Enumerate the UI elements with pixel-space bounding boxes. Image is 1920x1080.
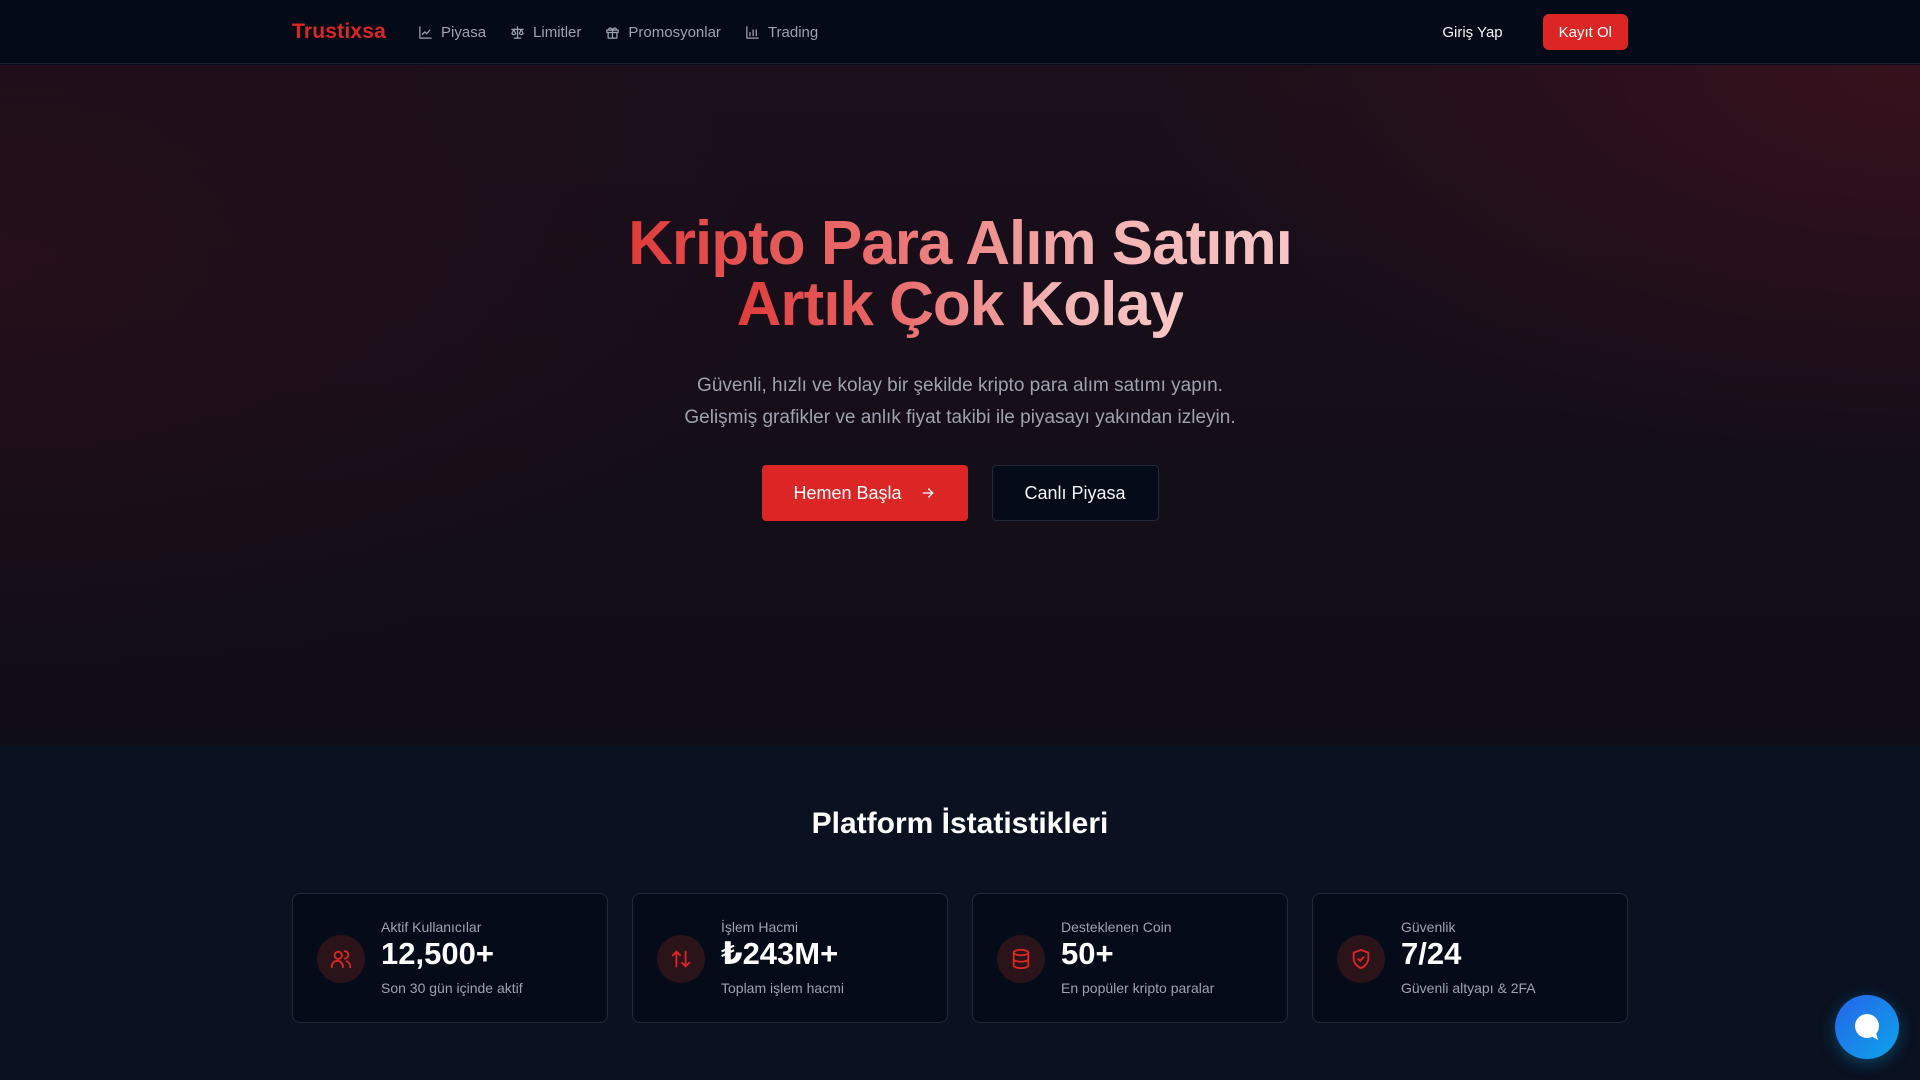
nav-link-label: Limitler: [533, 23, 582, 41]
scale-icon: [511, 25, 524, 39]
stat-description: Son 30 gün içinde aktif: [381, 980, 523, 996]
navbar-inner: Trustixsa Piyasa Limitler Promosyonlar T…: [292, 0, 1628, 64]
stats-section: Platform İstatistikleri Aktif Kullanıcıl…: [0, 745, 1920, 1080]
stats-title: Platform İstatistikleri: [811, 807, 1109, 840]
stat-card-supported-coins: Desteklenen Coin 50+ En popüler kripto p…: [972, 893, 1288, 1023]
navbar: Trustixsa Piyasa Limitler Promosyonlar T…: [0, 0, 1920, 64]
hero-section: Kripto Para Alım Satımı Artık Çok Kolay …: [0, 65, 1920, 745]
stat-card-security: Güvenlik 7/24 Güvenli altyapı & 2FA: [1312, 893, 1628, 1023]
nav-links: Piyasa Limitler Promosyonlar Trading: [418, 24, 818, 41]
nav-link-label: Trading: [767, 23, 819, 41]
arrows-up-down-icon: [671, 950, 691, 968]
stat-icon-wrapper: [657, 935, 705, 983]
hero-subtitle-line-2: Gelişmiş grafikler ve anlık fiyat takibi…: [684, 407, 1236, 428]
stat-icon-wrapper: [1337, 935, 1385, 983]
stat-value: 7/24: [1401, 936, 1462, 971]
hero-title: Kripto Para Alım Satımı Artık Çok Kolay: [0, 213, 1920, 336]
nav-link-promosyonlar[interactable]: Promosyonlar: [605, 24, 721, 41]
chat-widget-button[interactable]: [1835, 995, 1899, 1059]
hero-subtitle-line-1: Güvenli, hızlı ve kolay bir şekilde krip…: [697, 375, 1223, 396]
shield-check-icon: [1352, 948, 1370, 970]
hero-buttons: Hemen Başla Canlı Piyasa: [0, 465, 1920, 521]
stat-label: İşlem Hacmi: [721, 919, 799, 935]
arrow-right-icon: [922, 488, 933, 498]
gift-icon: [606, 26, 620, 39]
live-market-button[interactable]: Canlı Piyasa: [991, 465, 1159, 521]
users-icon: [330, 950, 352, 969]
hero-subtitle: Güvenli, hızlı ve kolay bir şekilde krip…: [0, 370, 1920, 434]
stat-card-active-users: Aktif Kullanıcılar 12,500+ Son 30 gün iç…: [292, 893, 608, 1023]
bar-chart-icon: [746, 25, 759, 39]
stat-card-trade-volume: İşlem Hacmi ₺243M+ Toplam işlem hacmi: [632, 893, 948, 1023]
stat-icon-wrapper: [317, 935, 365, 983]
stat-description: Toplam işlem hacmi: [721, 980, 844, 996]
stat-label: Aktif Kullanıcılar: [381, 919, 482, 935]
chat-bubble-icon: [1855, 1014, 1879, 1040]
stat-value: 50+: [1061, 936, 1114, 971]
stat-value: 12,500+: [381, 936, 494, 971]
nav-link-trading[interactable]: Trading: [745, 24, 818, 41]
hero-title-line-2: Artık Çok Kolay: [736, 270, 1185, 339]
nav-actions: Giriş Yap Kayıt Ol: [1424, 14, 1628, 51]
hero-title-line-1: Kripto Para Alım Satımı: [628, 209, 1293, 278]
get-started-label: Hemen Başla: [793, 482, 902, 503]
stat-label: Güvenlik: [1401, 919, 1456, 935]
database-icon: [1012, 948, 1030, 970]
stat-description: En popüler kripto paralar: [1061, 980, 1215, 996]
register-button[interactable]: Kayıt Ol: [1542, 14, 1628, 50]
get-started-button[interactable]: Hemen Başla: [761, 465, 968, 521]
nav-link-label: Promosyonlar: [628, 23, 721, 41]
brand-logo[interactable]: Trustixsa: [292, 20, 386, 44]
login-button[interactable]: Giriş Yap: [1424, 14, 1520, 51]
nav-link-label: Piyasa: [441, 23, 487, 41]
nav-link-limitler[interactable]: Limitler: [510, 24, 581, 41]
stat-description: Güvenli altyapı & 2FA: [1401, 980, 1536, 996]
stat-value: ₺243M+: [721, 936, 839, 971]
stat-label: Desteklenen Coin: [1061, 919, 1172, 935]
line-chart-icon: [419, 25, 432, 39]
stats-grid: Aktif Kullanıcılar 12,500+ Son 30 gün iç…: [292, 893, 1628, 1023]
stat-icon-wrapper: [997, 935, 1045, 983]
nav-link-piyasa[interactable]: Piyasa: [418, 24, 486, 41]
